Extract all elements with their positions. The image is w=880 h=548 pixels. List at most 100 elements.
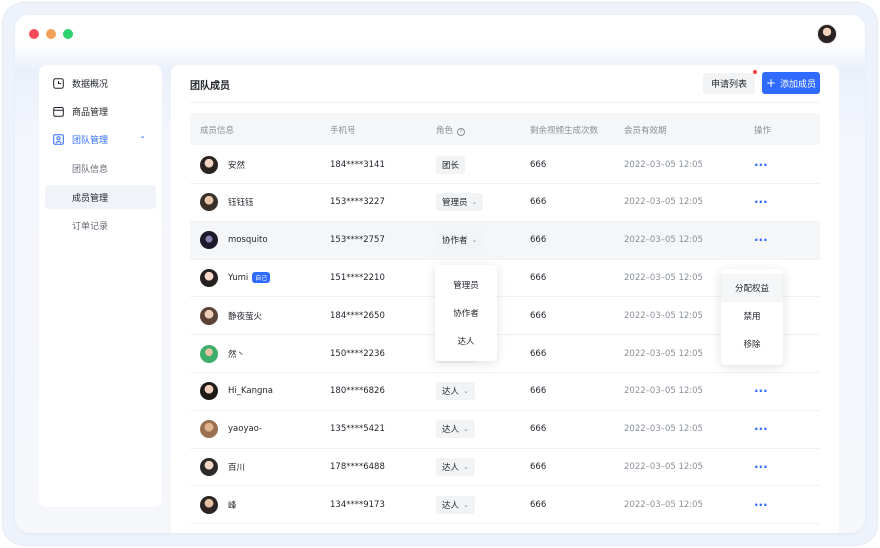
chevron-down-icon: ⌄ [463,387,469,396]
membership-expiry: 2022–03–05 12:05 [624,461,703,472]
remaining-count: 666 [530,386,547,397]
more-actions-button[interactable]: ··· [754,222,768,259]
role-selector: 团长 [436,155,466,174]
member-name: 然丶 [228,349,246,360]
divider [190,102,820,103]
add-member-button[interactable]: + 添加成员 [762,72,820,94]
sidebar-item-team-info[interactable]: 团队信息 [45,156,156,180]
member-info: yaoyao- [200,411,262,448]
plus-icon: + [765,76,777,90]
title-bar [15,15,865,51]
remaining-count: 666 [530,499,547,510]
more-icon: ··· [754,459,768,474]
sidebar-item-orders[interactable]: 订单记录 [45,213,156,237]
member-role-cell: 达人⌄ [436,448,475,485]
action-option-remove[interactable]: 移除 [721,330,783,358]
sidebar-item-label: 订单记录 [72,221,109,232]
remaining-count: 666 [530,348,547,359]
main-panel: 团队成员 申请列表 + 添加成员 成员信息 手机号 角色? 剩余视频生成次数 会… [171,65,839,533]
role-label: 团长 [442,160,460,171]
remaining-count: 666 [530,424,547,435]
table-row[interactable]: 钰钰钰 153****3227 管理员 ⌄ 666 2022–03–05 12:05 ··· [190,184,820,222]
more-icon: ··· [754,384,768,399]
action-option-disable[interactable]: 禁用 [721,302,783,330]
role-option-admin[interactable]: 管理员 [435,271,497,299]
role-label: 达人 [442,500,460,511]
role-label: 达人 [442,387,460,398]
more-actions-button[interactable]: ··· [754,411,768,448]
member-name: 安然 [228,160,246,171]
role-option-collaborator[interactable]: 协作者 [435,299,497,327]
member-phone: 135****5421 [330,424,385,435]
member-info: 安然 [200,146,245,183]
box-icon [53,106,64,117]
remaining-count: 666 [530,310,547,321]
chevron-down-icon: ⌄ [463,425,469,434]
role-selector[interactable]: 达人⌄ [436,420,475,439]
more-icon: ··· [754,157,768,172]
avatar [200,344,218,363]
column-header: 会员有效期 [624,126,667,136]
maximize-window-button[interactable] [63,29,73,39]
apply-list-button[interactable]: 申请列表 [703,73,755,94]
table-row[interactable]: mosquito 153****2757 协作者 ⌄ 666 2022–03–05 12:… [190,221,820,260]
member-info: Hi_Kangna [200,373,273,410]
sidebar-item-label: 数据概况 [72,79,109,90]
table-row[interactable]: 百川 178****6488 达人 ⌄ 666 2022–03–05 12:05 ··· [190,448,820,487]
minimize-window-button[interactable] [46,29,56,39]
member-role-cell: 达人⌄ [436,486,475,523]
member-info: 百川 [200,448,245,485]
member-info: 峰 [200,486,237,523]
member-name: Yumi [228,272,249,283]
sidebar-item-members[interactable]: 成员管理 [45,185,156,209]
membership-expiry: 2022–03–05 12:05 [624,424,703,435]
chevron-down-icon: ⌄ [471,198,478,207]
avatar [200,193,218,212]
member-role-cell: 协作者 ⌄ [436,222,484,259]
role-selector[interactable]: 管理员 ⌄ [436,193,484,212]
table-row[interactable]: Hi_Kangna 180****6826 达人 ⌄ 666 2022–03–05 12:… [190,373,820,411]
role-selector[interactable]: 协作者 ⌄ [436,231,484,250]
close-window-button[interactable] [29,29,39,39]
role-dropdown-menu: 管理员 协作者 达人 [435,265,497,361]
more-icon: ··· [754,233,768,248]
avatar [200,231,218,250]
role-label: 协作者 [442,236,468,247]
table-row[interactable]: 峰 134****9173 达人 ⌄ 666 2022–03–05 12:05 ··· [190,486,820,525]
member-phone: 150****2236 [330,348,385,359]
membership-expiry: 2022–03–05 12:05 [624,235,703,246]
add-member-label: 添加成员 [780,79,817,90]
table-row[interactable]: 安然 184****3141 团长 666 2022–03–05 12:05 ··· [190,146,820,184]
help-icon[interactable]: ? [457,128,466,136]
more-actions-button[interactable]: ··· [754,373,768,410]
membership-expiry: 2022–03–05 12:05 [624,348,703,359]
more-actions-button[interactable]: ··· [754,486,768,523]
table-row[interactable]: yaoyao- 135****5421 达人 ⌄ 666 2022–03–05 12:05… [190,411,820,449]
action-dropdown-menu: 分配权益 禁用 移除 [721,269,783,365]
member-phone: 153****3227 [330,197,385,208]
member-info: 然丶 [200,335,245,372]
column-header: 手机号 [330,126,356,136]
more-actions-button[interactable]: ··· [754,184,768,221]
user-avatar[interactable] [817,24,837,44]
role-selector[interactable]: 达人⌄ [436,382,475,401]
remaining-count: 666 [530,235,547,246]
action-option-assign-rights[interactable]: 分配权益 [721,274,783,302]
role-option-talent[interactable]: 达人 [435,327,497,355]
app-window: 数据概况 商品管理 团队管理 ⌃ 团队信息 成员管理 订单记录 团队成员 申请列… [15,15,865,533]
self-badge: 自己 [252,272,271,284]
role-selector[interactable]: 达人⌄ [436,457,475,476]
more-actions-button[interactable]: ··· [754,146,768,183]
avatar [200,155,218,174]
more-icon: ··· [754,422,768,437]
more-actions-button[interactable]: ··· [754,448,768,485]
sidebar-item-overview[interactable]: 数据概况 [45,71,156,95]
member-name: 静夜萤火 [228,311,263,322]
sidebar-item-products[interactable]: 商品管理 [45,99,156,123]
sidebar-item-label: 团队信息 [72,164,109,175]
sidebar-item-team[interactable]: 团队管理 ⌃ [45,127,156,151]
role-selector[interactable]: 达人⌄ [436,495,475,514]
chevron-down-icon: ⌄ [471,236,478,245]
avatar [200,382,218,401]
member-info: 静夜萤火 [200,297,262,334]
